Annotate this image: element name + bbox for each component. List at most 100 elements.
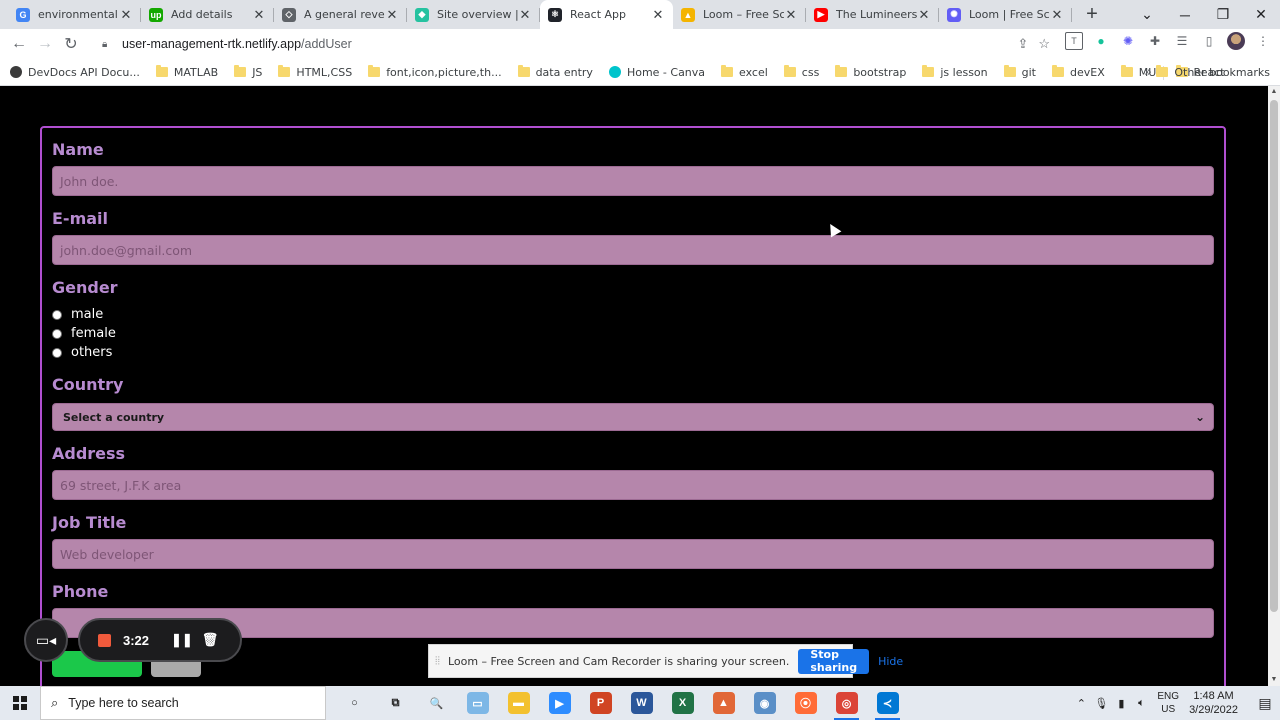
bookmark-item[interactable]: devEX: [1052, 65, 1105, 79]
close-icon[interactable]: ✕: [651, 7, 665, 23]
bookmark-item[interactable]: Home - Canva: [608, 66, 705, 79]
reload-icon[interactable]: ↻: [58, 31, 84, 57]
gender-radio-others[interactable]: others: [52, 345, 1214, 360]
bookmark-item[interactable]: JS: [234, 65, 262, 79]
bookmark-item[interactable]: HTML,CSS: [278, 65, 352, 79]
tab-search-icon[interactable]: ⌄: [1128, 0, 1166, 29]
taskbar-app-13[interactable]: ◎: [826, 686, 867, 720]
taskbar-app-10[interactable]: ▲: [703, 686, 744, 720]
bookmark-item[interactable]: git: [1003, 65, 1036, 79]
name-input[interactable]: John doe.: [52, 166, 1214, 196]
share-icon[interactable]: ⇪: [1017, 36, 1028, 52]
taskbar-app-3[interactable]: 🔍: [416, 686, 457, 720]
browser-tab-3[interactable]: ◇ A general reverse ✕: [274, 0, 407, 29]
email-input[interactable]: john.doe@gmail.com: [52, 235, 1214, 265]
maximize-icon[interactable]: ❐: [1204, 0, 1242, 29]
microphone-icon[interactable]: 🎙︎: [1091, 697, 1111, 710]
bookmark-item[interactable]: excel: [721, 65, 768, 79]
taskbar-app-11[interactable]: ◉: [744, 686, 785, 720]
taskbar-app-7[interactable]: P: [580, 686, 621, 720]
taskbar-app-4[interactable]: ▭: [457, 686, 498, 720]
trash-icon[interactable]: 🗑︎: [201, 632, 219, 648]
taskbar-app-12[interactable]: ⦿: [785, 686, 826, 720]
taskbar-app-2[interactable]: ⧉: [375, 686, 416, 720]
browser-tab-6[interactable]: ▲ Loom – Free Scre ✕: [673, 0, 806, 29]
taskbar-app-9[interactable]: X: [662, 686, 703, 720]
reading-list-icon[interactable]: ☰: [1173, 32, 1191, 50]
pause-icon[interactable]: ❚❚: [171, 632, 193, 648]
taskbar-app-14[interactable]: ≺: [867, 686, 908, 720]
battery-icon[interactable]: ▮: [1111, 697, 1131, 710]
new-tab-button[interactable]: +: [1078, 0, 1106, 29]
bookmark-item[interactable]: bootstrap: [835, 65, 906, 79]
radio-button[interactable]: [52, 328, 62, 339]
bookmark-item[interactable]: MUI: [1120, 65, 1160, 79]
job-title-input[interactable]: Web developer: [52, 539, 1214, 569]
browser-tab-4[interactable]: ◆ Site overview | us ✕: [407, 0, 540, 29]
chevron-up-icon[interactable]: ⌃: [1071, 697, 1091, 710]
close-icon[interactable]: ✕: [252, 7, 266, 23]
taskbar-app-5[interactable]: ▬: [498, 686, 539, 720]
bookmark-item[interactable]: data entry: [517, 65, 593, 79]
cortana-icon: ○: [351, 697, 358, 709]
page-scrollbar[interactable]: ▲ ▼: [1268, 86, 1280, 686]
drag-handle-icon[interactable]: ⦙⦙: [435, 654, 440, 668]
menu-kebab-icon[interactable]: ⋮: [1254, 32, 1272, 50]
taskbar-search[interactable]: ⌕ Type here to search: [40, 686, 326, 720]
taskbar-clock[interactable]: 1:48 AM 3/29/2022: [1189, 689, 1238, 717]
browser-tab-2[interactable]: up Add details ✕: [141, 0, 274, 29]
taskbar-app-1[interactable]: ○: [334, 686, 375, 720]
address-input[interactable]: 69 street, J.F.K area: [52, 470, 1214, 500]
bookmark-star-icon[interactable]: ☆: [1038, 36, 1050, 52]
language-indicator[interactable]: ENG US: [1157, 690, 1179, 716]
extensions-puzzle-icon[interactable]: ✚: [1146, 32, 1164, 50]
volume-icon[interactable]: 🔈︎: [1131, 697, 1151, 710]
back-icon[interactable]: ←: [6, 31, 32, 57]
browser-tab-1[interactable]: G environmental fac ✕: [8, 0, 141, 29]
bookmark-label: js lesson: [940, 65, 988, 79]
forward-icon[interactable]: →: [32, 31, 58, 57]
profile-avatar[interactable]: [1227, 32, 1245, 50]
country-select[interactable]: Select a country ⌄: [52, 403, 1214, 431]
radio-button[interactable]: [52, 309, 62, 320]
tab-title: Add details: [171, 8, 233, 21]
close-icon[interactable]: ✕: [518, 7, 532, 23]
close-icon[interactable]: ✕: [1050, 7, 1064, 23]
side-panel-icon[interactable]: ▯: [1200, 32, 1218, 50]
window-close-icon[interactable]: ✕: [1242, 0, 1280, 29]
loom-camera-toggle[interactable]: ▭◂: [24, 618, 68, 662]
translate-extension-icon[interactable]: T: [1065, 32, 1083, 50]
taskbar-app-6[interactable]: ▶: [539, 686, 580, 720]
close-icon[interactable]: ✕: [385, 7, 399, 23]
browser-tab-7[interactable]: ▶ The Lumineers - S ✕: [806, 0, 939, 29]
bookmark-item[interactable]: css: [783, 65, 819, 79]
taskbar-app-8[interactable]: W: [621, 686, 662, 720]
scrollbar-thumb[interactable]: [1270, 100, 1278, 612]
bookmark-item[interactable]: MATLAB: [155, 65, 218, 79]
address-bar[interactable]: 🔒︎ user-management-rtk.netlify.app/addUs…: [94, 31, 1060, 57]
gender-radio-female[interactable]: female: [52, 326, 1214, 341]
close-icon[interactable]: ✕: [784, 7, 798, 23]
bookmark-item[interactable]: js lesson: [922, 65, 988, 79]
browser-tab-5[interactable]: ⚛ React App ✕: [540, 0, 673, 29]
close-icon[interactable]: ✕: [917, 7, 931, 23]
other-bookmarks[interactable]: Other bookmarks: [1156, 65, 1270, 79]
bookmark-item[interactable]: DevDocs API Docu...: [10, 66, 140, 79]
scroll-down-icon[interactable]: ▼: [1270, 676, 1278, 684]
browser-tab-8[interactable]: ✺ Loom | Free Scre ✕: [939, 0, 1072, 29]
hide-button[interactable]: Hide: [878, 655, 903, 668]
scroll-up-icon[interactable]: ▲: [1270, 88, 1278, 96]
gender-radio-male[interactable]: male: [52, 307, 1214, 322]
chevron-right-icon[interactable]: »: [1144, 65, 1152, 80]
folder-icon: [517, 65, 530, 77]
stop-sharing-button[interactable]: Stop sharing: [798, 648, 870, 674]
minimize-icon[interactable]: ─: [1166, 0, 1204, 29]
stop-recording-button[interactable]: [98, 633, 111, 647]
start-button[interactable]: [0, 686, 40, 720]
loom-extension-icon[interactable]: ✺: [1119, 32, 1137, 50]
grammarly-extension-icon[interactable]: ●: [1092, 32, 1110, 50]
bookmark-item[interactable]: font,icon,picture,th...: [368, 65, 502, 79]
close-icon[interactable]: ✕: [119, 7, 133, 23]
notifications-icon[interactable]: ▤: [1250, 695, 1280, 712]
radio-button[interactable]: [52, 347, 62, 358]
